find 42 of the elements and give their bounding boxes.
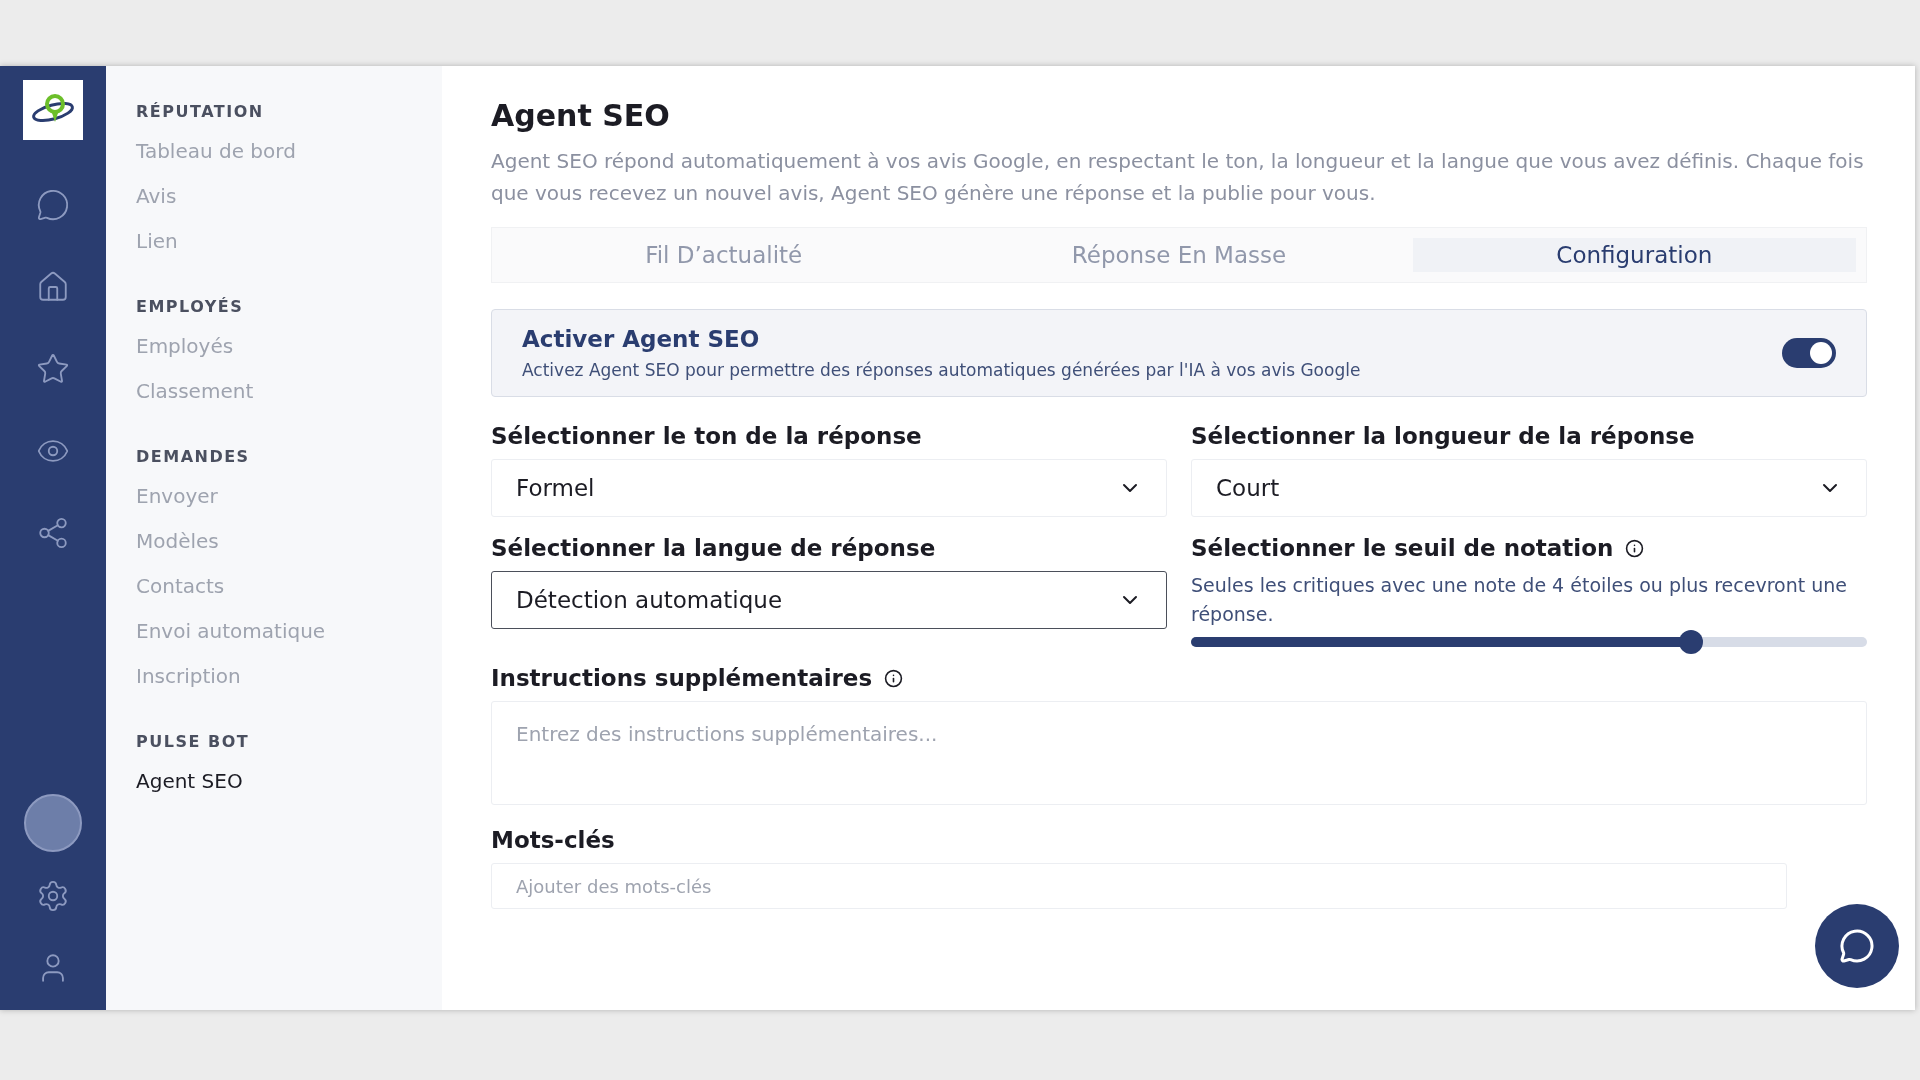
field-label: Mots-clés <box>491 827 615 853</box>
avatar[interactable] <box>24 794 82 852</box>
nav-heading: DEMANDES <box>136 447 251 466</box>
nav-item[interactable]: Modèles <box>136 529 442 553</box>
nav-item[interactable]: Contacts <box>136 574 442 598</box>
logo[interactable] <box>23 80 83 140</box>
field-label: Sélectionner le seuil de notation <box>1191 535 1614 561</box>
threshold-hint: Seules les critiques avec une note de 4 étoiles ou plus recevront une réponse. <box>1191 573 1848 627</box>
instructions-field[interactable]: Entrez des instructions supplémentaires... <box>491 701 1867 805</box>
page-description: Agent SEO répond automatiquement à vos avis Google, en respectant le ton, la longueur et la langue que vous avez définis. Chaque fois que vous recevez un nouvel avis, Agent SEO génère une réponse et la publie pour vous. <box>491 148 1865 207</box>
nav-item[interactable]: Tableau de bord <box>136 139 442 163</box>
toggle-switch[interactable] <box>1782 338 1836 368</box>
keywords-field[interactable]: Ajouter des mots-clés <box>491 863 1787 909</box>
nav-item[interactable]: Employés <box>136 334 442 358</box>
nav-heading: RÉPUTATION <box>136 102 265 121</box>
nav-item[interactable]: Classement <box>136 379 442 403</box>
select-field[interactable]: Formel <box>491 459 1167 517</box>
info-icon[interactable] <box>884 668 904 688</box>
nav-item[interactable]: Envoyer <box>136 484 442 508</box>
field-label: Sélectionner la langue de réponse <box>491 535 936 561</box>
card-description: Activez Agent SEO pour permettre des réponses automatiques générées par l'IA à vos avis Google <box>522 360 1362 380</box>
tab[interactable]: Fil D’actualité <box>502 238 946 272</box>
card-title: Activer Agent SEO <box>522 326 761 352</box>
nav-item[interactable]: Avis <box>136 184 442 208</box>
nav-item[interactable]: Lien <box>136 229 442 253</box>
info-icon[interactable] <box>1625 538 1645 558</box>
slider-thumb[interactable] <box>1679 630 1704 654</box>
page-title: Agent SEO <box>491 98 671 133</box>
nav-item[interactable]: Agent SEO <box>136 769 442 793</box>
select-field[interactable]: Détection automatique <box>491 571 1167 629</box>
chat-icon <box>1839 928 1875 964</box>
nav-heading: PULSE BOT <box>136 732 251 751</box>
tab[interactable]: Réponse En Masse <box>957 238 1401 272</box>
nav-item[interactable]: Inscription <box>136 664 442 688</box>
nav-item[interactable]: Envoi automatique <box>136 619 442 643</box>
chat-icon[interactable] <box>35 187 71 223</box>
field-label: Sélectionner la longueur de la réponse <box>1191 423 1695 449</box>
tab[interactable]: Configuration <box>1412 238 1856 272</box>
select-field[interactable]: Court <box>1191 459 1867 517</box>
field-label: Instructions supplémentaires <box>491 665 873 691</box>
nav-heading: EMPLOYÉS <box>136 297 245 316</box>
field-label: Sélectionner le ton de la réponse <box>491 423 922 449</box>
